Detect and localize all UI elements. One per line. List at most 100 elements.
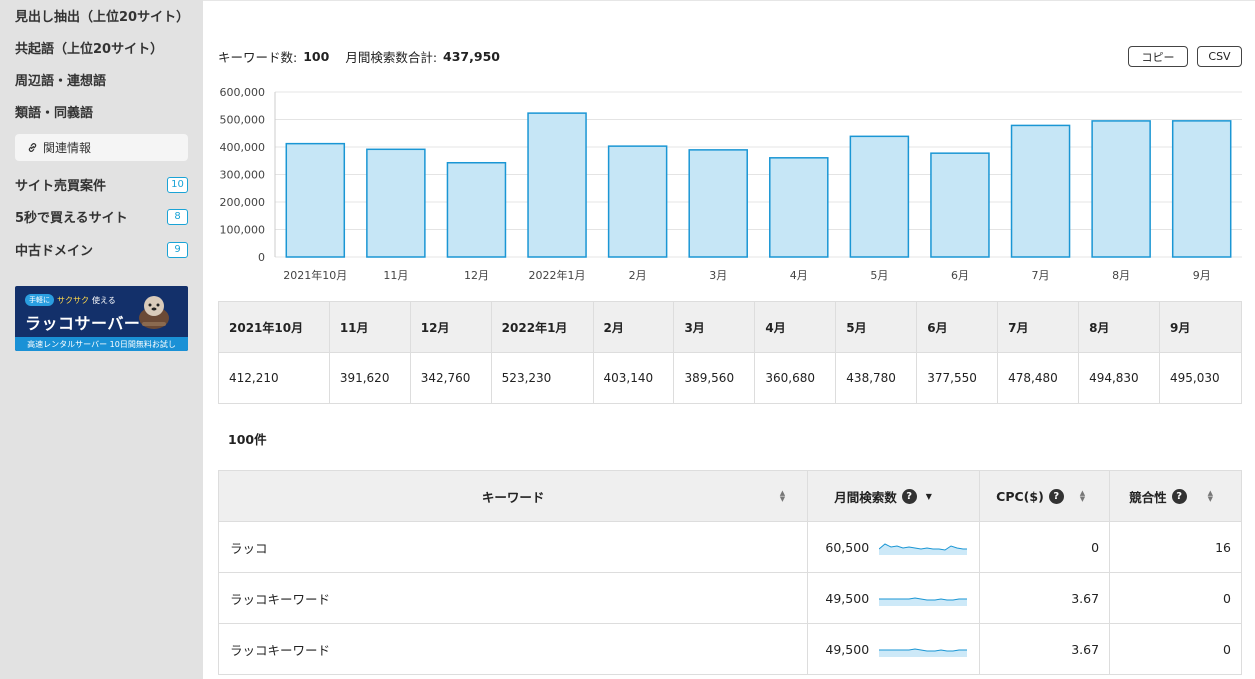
x-tick-label: 3月 <box>709 269 727 282</box>
x-tick-label: 9月 <box>1193 269 1211 282</box>
sort-icon[interactable]: ▲ ▼ <box>780 490 785 503</box>
sort-icon[interactable]: ▲ ▼ <box>1080 490 1085 503</box>
main-content: キーワード数: 100 月間検索数合計: 437,950 コピー CSV 0 10… <box>203 0 1255 679</box>
keyword-count-label: キーワード数: <box>218 50 298 65</box>
chart-bar[interactable] <box>1171 120 1232 258</box>
month-value-cell: 495,030 <box>1158 352 1243 404</box>
column-header-label: キーワード <box>481 489 545 505</box>
chart-bar[interactable] <box>607 145 668 258</box>
trend-sparkline <box>879 597 968 606</box>
keyword-cell[interactable]: ラッコ <box>217 521 809 573</box>
trend-sparkline <box>879 543 968 555</box>
keyword-count-value: 100 <box>303 49 330 64</box>
month-value-cell: 438,780 <box>835 352 918 404</box>
count-badge: 10 <box>167 176 188 193</box>
month-header-cell: 12月 <box>409 301 492 353</box>
chart-bar[interactable] <box>769 157 829 258</box>
month-header-cell: 3月 <box>673 301 756 353</box>
chart-bar[interactable] <box>446 161 507 258</box>
column-header-label: 月間検索数 <box>834 489 897 505</box>
sort-desc-icon[interactable]: ▼ <box>926 492 932 501</box>
column-header-competition[interactable]: 競合性 ? ▲ ▼ <box>1109 470 1242 522</box>
chart-bar[interactable] <box>688 149 748 258</box>
month-value-cell: 377,550 <box>916 352 999 404</box>
related-info-label: 関連情報 <box>43 141 92 155</box>
monthly-table-values: 412,210 391,620 342,760 523,230 403,140 389,5… <box>218 352 1243 404</box>
help-icon[interactable]: ? <box>901 488 917 504</box>
table-row[interactable]: ラッコキーワード 49,500 3.67 0 <box>217 623 1242 675</box>
sidebar-item-used-domains[interactable]: 中古ドメイン 9 <box>15 240 188 259</box>
y-tick-label: 500,000 <box>220 114 266 127</box>
month-header-cell: 2021年10月 <box>218 301 330 353</box>
x-tick-label: 8月 <box>1112 269 1130 282</box>
chart-bar[interactable] <box>285 142 346 258</box>
sort-icon[interactable]: ▲ ▼ <box>1208 490 1213 503</box>
related-info-header: 関連情報 <box>15 134 188 161</box>
sidebar-item-5sec-sites[interactable]: 5秒で買えるサイト 8 <box>15 207 188 226</box>
sidebar-link-associated[interactable]: 周辺語・連想語 <box>15 70 106 89</box>
month-value-cell: 478,480 <box>997 352 1080 404</box>
month-header-cell: 9月 <box>1158 301 1243 353</box>
sidebar: 見出し抽出（上位20サイト） 共起語（上位20サイト） 周辺語・連想語 類語・同… <box>0 0 203 679</box>
month-header-cell: 5月 <box>835 301 918 353</box>
month-header-cell: 2022年1月 <box>490 301 594 353</box>
keyword-cell[interactable]: ラッコキーワード <box>217 572 809 624</box>
month-value-cell: 523,230 <box>490 352 594 404</box>
help-icon[interactable]: ? <box>1171 488 1187 504</box>
x-tick-label: 11月 <box>383 269 408 282</box>
column-header-keyword[interactable]: キーワード ▲ ▼ <box>217 470 809 522</box>
sidebar-item-label: 中古ドメイン <box>15 244 94 259</box>
chart-bar[interactable] <box>930 152 990 258</box>
volume-value: 49,500 <box>825 641 870 657</box>
month-value-cell: 360,680 <box>754 352 837 404</box>
month-value-cell: 494,830 <box>1078 352 1160 404</box>
total-volume-label: 月間検索数合計: <box>345 50 438 65</box>
y-tick-label: 200,000 <box>220 196 266 209</box>
y-tick-label: 400,000 <box>220 141 266 154</box>
banner-title: ラッコサーバー <box>25 314 141 333</box>
month-header-cell: 8月 <box>1078 301 1160 353</box>
chart-bar[interactable] <box>1091 120 1151 258</box>
trend-sparkline <box>879 648 968 657</box>
chart-bar[interactable] <box>849 135 910 258</box>
month-value-cell: 412,210 <box>218 352 330 404</box>
sidebar-item-label: 5秒で買えるサイト <box>15 211 128 226</box>
volume-value: 60,500 <box>825 539 870 555</box>
total-volume-value: 437,950 <box>443 49 500 64</box>
csv-button[interactable]: CSV <box>1197 46 1242 67</box>
month-value-cell: 391,620 <box>328 352 411 404</box>
sidebar-item-site-trade[interactable]: サイト売買案件 10 <box>15 175 188 194</box>
month-header-cell: 6月 <box>916 301 999 353</box>
chart-bar[interactable] <box>527 112 587 258</box>
y-tick-label: 300,000 <box>220 169 266 182</box>
banner-tagline-text: 使える <box>92 295 116 305</box>
monthly-volume-chart: 0 100,000 200,000 300,000 400,000 500,000 600,… <box>220 86 1242 282</box>
x-tick-label: 2021年10月 <box>283 268 347 282</box>
column-header-cpc[interactable]: CPC($) ? ▲ ▼ <box>979 470 1111 522</box>
copy-button[interactable]: コピー <box>1128 46 1188 67</box>
month-header-cell: 2月 <box>592 301 675 353</box>
column-header-label: 競合性 <box>1129 489 1167 505</box>
x-tick-label: 12月 <box>464 269 489 282</box>
month-header-cell: 4月 <box>754 301 837 353</box>
column-header-volume[interactable]: 月間検索数 ? ▼ <box>807 470 981 522</box>
rakko-server-banner[interactable]: 手軽に サクサク 使える ラッコサーバー 高速レンタルサーバー 10日間無料お試… <box>15 286 188 351</box>
competition-cell: 16 <box>1109 521 1242 573</box>
keyword-cell[interactable]: ラッコキーワード <box>217 623 809 675</box>
volume-cell: 60,500 <box>807 521 981 573</box>
monthly-volume-table: 2021年10月 11月 12月 2022年1月 2月 3月 4月 5月 6月 7月 8月 9月 41… <box>218 301 1243 404</box>
month-value-cell: 403,140 <box>592 352 675 404</box>
x-tick-label: 6月 <box>951 269 969 282</box>
sidebar-link-cooccurrence[interactable]: 共起語（上位20サイト） <box>15 38 163 57</box>
table-row[interactable]: ラッコ 60,500 0 16 <box>217 521 1242 573</box>
chart-bar[interactable] <box>1010 124 1071 258</box>
sidebar-link-synonyms[interactable]: 類語・同義語 <box>15 102 93 121</box>
banner-footer: 高速レンタルサーバー 10日間無料お試し <box>15 337 188 351</box>
sidebar-link-headings[interactable]: 見出し抽出（上位20サイト） <box>15 6 189 25</box>
table-row[interactable]: ラッコキーワード 49,500 3.67 0 <box>217 572 1242 624</box>
sidebar-item-label: サイト売買案件 <box>15 179 107 194</box>
month-value-cell: 389,560 <box>673 352 756 404</box>
chart-bar[interactable] <box>366 148 426 258</box>
keyword-table: キーワード ▲ ▼ 月間検索数 ? ▼ CPC($) ? ▲ ▼ 競合性 ? ▲… <box>217 470 1242 675</box>
help-icon[interactable]: ? <box>1048 488 1064 504</box>
